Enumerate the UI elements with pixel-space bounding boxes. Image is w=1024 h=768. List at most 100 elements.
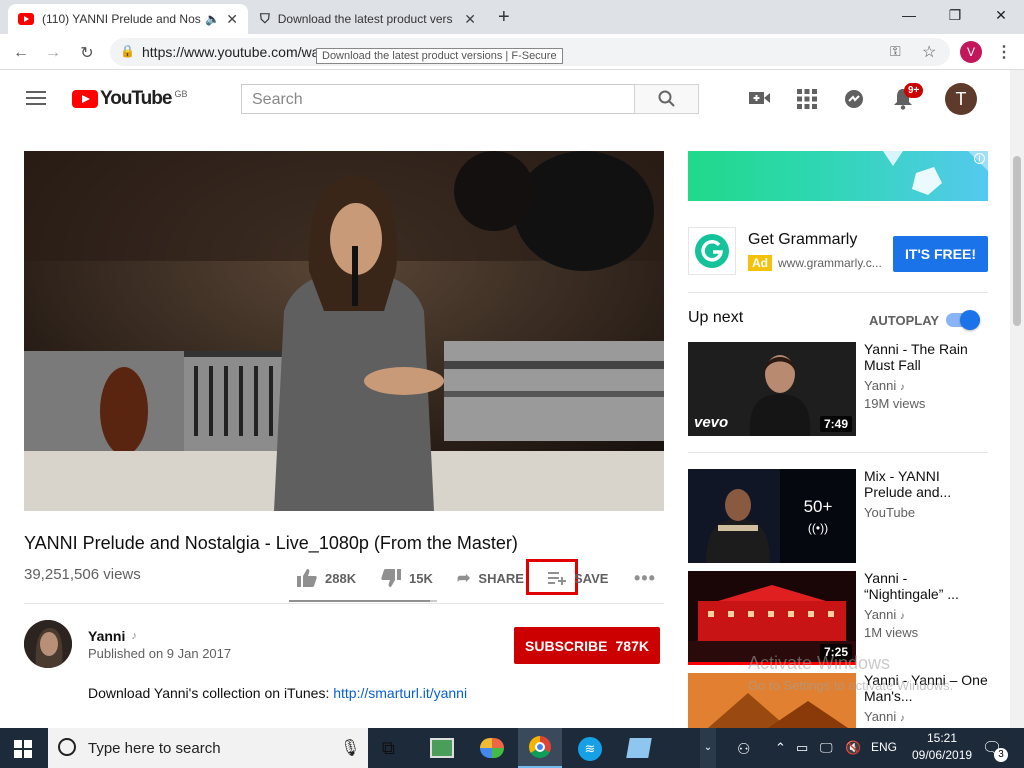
channel-avatar[interactable] — [24, 620, 72, 668]
upnext-thumbnail[interactable]: vevo 7:49 — [688, 342, 856, 436]
upnext-channel: YouTube — [864, 505, 916, 520]
tab-title: (110) YANNI Prelude and Nos — [42, 12, 201, 26]
create-video-icon[interactable] — [749, 90, 771, 111]
dislike-count: 15K — [409, 570, 433, 586]
video-player[interactable] — [24, 151, 664, 511]
ad-domain: www.grammarly.c... — [778, 256, 882, 270]
mix-radio-icon: ((•)) — [807, 521, 829, 535]
profile-avatar[interactable]: V — [960, 41, 982, 63]
microphone-icon[interactable]: 🎙 — [340, 738, 360, 758]
apps-grid-icon[interactable] — [797, 89, 817, 114]
ad-banner[interactable]: i — [688, 151, 988, 201]
like-button[interactable]: 288K — [297, 568, 356, 588]
page-scrollbar[interactable] — [1010, 70, 1024, 728]
music-note-icon: ♪ — [899, 713, 905, 724]
key-icon[interactable]: ⚿ — [890, 43, 901, 60]
divider — [24, 603, 664, 604]
minimize-button[interactable]: — — [886, 0, 932, 30]
new-tab-button[interactable]: + — [498, 6, 510, 29]
activation-watermark-title: Activate Windows — [748, 653, 891, 673]
upnext-title[interactable]: Mix - YANNI Prelude and... — [864, 468, 988, 500]
scrollbar-thumb[interactable] — [1013, 156, 1021, 326]
playlist-add-icon — [548, 572, 566, 585]
thumbs-up-icon — [297, 569, 317, 587]
notification-count-badge: 9+ — [904, 83, 924, 98]
task-view-icon[interactable]: ⧉ — [382, 738, 395, 759]
tab-youtube[interactable]: (110) YANNI Prelude and Nos 🔈 ✕ — [8, 4, 248, 34]
upnext-thumbnail[interactable]: 7:25 — [688, 571, 856, 665]
upnext-channel: Yanni ♪ — [864, 377, 905, 397]
subscribe-button[interactable]: SUBSCRIBE 787K — [514, 627, 660, 664]
ad-info-icon[interactable]: i — [974, 153, 985, 164]
clock[interactable]: 15:21 09/06/2019 — [912, 731, 972, 762]
windows-start-icon[interactable] — [14, 740, 32, 763]
upnext-thumbnail[interactable]: 50+ ((•)) — [688, 469, 856, 563]
save-label: SAVE — [574, 570, 609, 586]
upnext-views: 1M views — [864, 625, 919, 640]
ad-cta-button[interactable]: IT'S FREE! — [893, 236, 988, 272]
mix-count: 50+ — [803, 497, 833, 516]
close-tab-icon[interactable]: ✕ — [226, 11, 238, 28]
taskbar-app-notes-icon[interactable] — [626, 738, 652, 758]
account-avatar[interactable]: T — [945, 83, 977, 115]
autoplay-toggle[interactable] — [946, 310, 980, 330]
autoplay-label: AUTOPLAY — [869, 313, 940, 328]
battery-icon[interactable]: ▭ — [796, 740, 808, 756]
fsecure-favicon-icon: ⛉ — [260, 11, 270, 26]
language-indicator[interactable]: ENG — [871, 740, 897, 754]
subscribe-label: SUBSCRIBE — [525, 637, 608, 654]
logo-text: YouTube — [100, 88, 172, 109]
taskbar-app-paint-icon[interactable] — [480, 738, 504, 758]
video-duration: 7:49 — [819, 416, 852, 432]
subscriber-count: 787K — [615, 637, 649, 654]
cortana-icon — [58, 738, 76, 756]
share-button[interactable]: ➦ SHARE — [457, 568, 524, 588]
forward-icon[interactable]: → — [42, 42, 64, 64]
dislike-button[interactable]: 15K — [381, 568, 433, 588]
tab-tooltip: Download the latest product versions | F… — [316, 48, 563, 64]
messages-icon[interactable] — [844, 89, 864, 114]
people-icon[interactable]: ⚇ — [737, 740, 750, 758]
channel-name-row[interactable]: Yanni ♪ — [88, 628, 137, 644]
audio-icon[interactable]: 🔈 — [205, 12, 220, 26]
close-window-button[interactable]: ✕ — [978, 0, 1024, 30]
show-hidden-icons-icon[interactable]: ⌃ — [775, 740, 786, 756]
ad-badge: Ad — [748, 255, 772, 271]
action-center-count-badge: 3 — [994, 748, 1008, 762]
ad-title[interactable]: Get Grammarly — [748, 231, 857, 249]
upnext-title[interactable]: Yanni - “Nightingale” ... — [864, 570, 988, 602]
more-actions-icon[interactable]: ••• — [634, 568, 656, 589]
taskbar-app-photos-icon[interactable] — [430, 738, 454, 758]
grammarly-logo[interactable] — [688, 227, 736, 275]
bookmark-star-icon[interactable]: ☆ — [922, 42, 936, 62]
thumbs-down-icon — [381, 569, 401, 587]
taskbar-chrome-button[interactable] — [518, 728, 562, 768]
hamburger-menu-icon[interactable] — [26, 91, 46, 105]
menu-dots-icon[interactable]: ⋮ — [996, 42, 1012, 62]
music-note-icon: ♪ — [131, 630, 137, 642]
sentiment-bar-fill — [289, 600, 430, 602]
channel-name: Yanni — [864, 709, 897, 724]
save-button[interactable]: SAVE — [548, 568, 608, 588]
upnext-title[interactable]: Yanni - The Rain Must Fall — [864, 341, 988, 373]
network-icon[interactable]: 🖵 — [820, 740, 833, 756]
search-input[interactable]: Search — [241, 84, 635, 114]
youtube-logo-icon — [72, 90, 98, 108]
back-icon[interactable]: ← — [10, 42, 32, 64]
ad-banner-image — [883, 151, 988, 195]
close-tab-icon[interactable]: ✕ — [464, 11, 476, 28]
channel-avatar-image — [24, 620, 72, 668]
restore-button[interactable]: ❐ — [932, 0, 978, 30]
taskbar-search-placeholder: Type here to search — [88, 739, 221, 757]
taskbar-search-box[interactable]: Type here to search 🎙 — [48, 728, 368, 768]
youtube-logo[interactable]: YouTube GB — [72, 88, 187, 110]
channel-name[interactable]: Yanni — [88, 628, 125, 644]
taskbar-overflow-chevron-icon[interactable]: ⌄ — [700, 728, 716, 768]
search-button[interactable] — [634, 84, 699, 114]
description-link[interactable]: http://smarturl.it/yanni — [333, 685, 467, 701]
tab-fsecure[interactable]: ⛉ Download the latest product vers ✕ — [250, 4, 486, 34]
lock-icon: 🔒 — [120, 44, 135, 58]
volume-muted-icon[interactable]: 🔇 — [845, 740, 861, 756]
reload-icon[interactable]: ↻ — [76, 42, 98, 64]
taskbar-app-wifi-icon[interactable]: ≋ — [578, 737, 602, 761]
